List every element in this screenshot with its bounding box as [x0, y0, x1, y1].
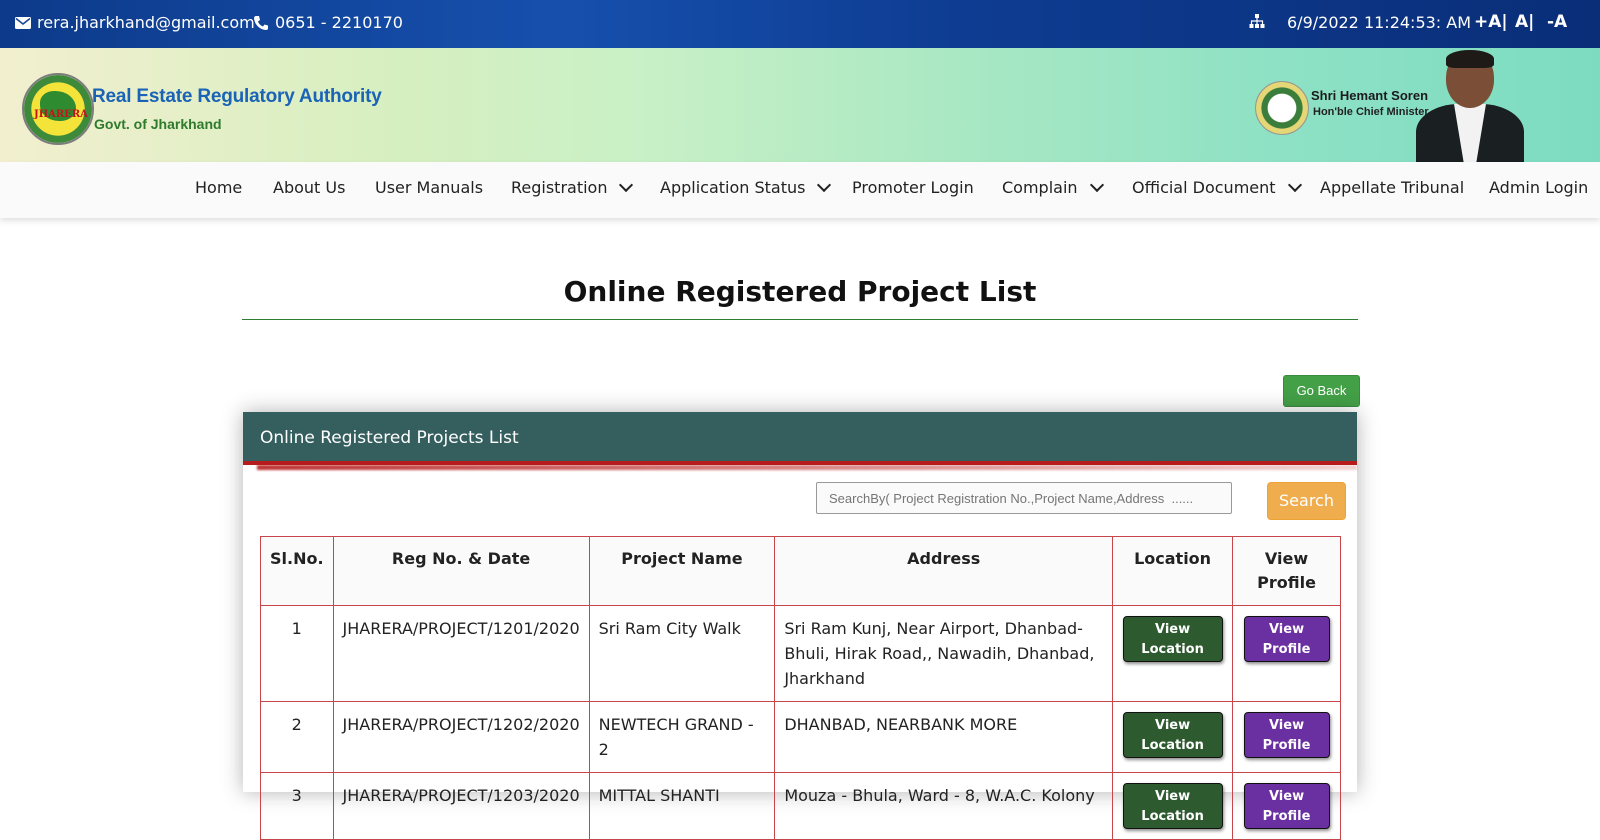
- org-subtitle: Govt. of Jharkhand: [94, 116, 222, 132]
- search-input[interactable]: [816, 482, 1232, 514]
- font-decrease-button[interactable]: -A: [1547, 12, 1567, 32]
- nav-user-manuals[interactable]: User Manuals: [375, 178, 483, 197]
- nav-appellate-label: Appellate Tribunal: [1320, 178, 1465, 197]
- nav-admin-login-label: Admin Login: [1489, 178, 1589, 197]
- nav-home-label: Home: [195, 178, 243, 197]
- cell-project-name: Sri Ram City Walk: [588, 605, 776, 702]
- email-text: rera.jharkhand@gmail.com: [37, 13, 255, 32]
- jharera-logo[interactable]: JHARERA: [22, 73, 94, 145]
- view-profile-button[interactable]: View Profile: [1243, 712, 1330, 758]
- font-increase-button[interactable]: +A|: [1474, 12, 1508, 32]
- chief-minister-portrait: [1410, 48, 1530, 162]
- cell-slno: 3: [260, 772, 334, 840]
- state-emblem: [1255, 81, 1309, 135]
- chevron-down-icon: [817, 177, 832, 193]
- email-contact[interactable]: rera.jharkhand@gmail.com: [15, 13, 255, 32]
- phone-text: 0651 - 2210170: [275, 13, 403, 32]
- nav-complain[interactable]: Complain: [1002, 177, 1104, 197]
- col-header-slno: Sl.No.: [260, 536, 334, 606]
- page-title: Online Registered Project List: [563, 275, 1037, 308]
- nav-application-status[interactable]: Application Status: [660, 177, 832, 197]
- title-divider: [242, 319, 1358, 320]
- nav-manuals-label: User Manuals: [375, 178, 484, 197]
- cell-slno: 2: [260, 701, 334, 773]
- nav-admin-login[interactable]: Admin Login: [1489, 178, 1588, 197]
- chevron-down-icon: [1089, 177, 1104, 193]
- phone-contact[interactable]: 0651 - 2210170: [253, 13, 403, 32]
- nav-about-us[interactable]: About Us: [273, 178, 345, 197]
- card-header: Online Registered Projects List: [243, 412, 1357, 470]
- nav-registration[interactable]: Registration: [511, 177, 634, 197]
- org-name: Real Estate Regulatory Authority: [92, 86, 382, 107]
- view-profile-button[interactable]: View Profile: [1243, 783, 1330, 829]
- phone-icon: [253, 15, 269, 31]
- cell-location: View Location: [1112, 772, 1234, 840]
- cell-reg: JHARERA/PROJECT/1201/2020: [332, 605, 590, 702]
- nav-application-status-label: Application Status: [660, 178, 806, 197]
- card-title: Online Registered Projects List: [260, 428, 519, 448]
- current-datetime: 6/9/2022 11:24:53: AM: [1287, 13, 1472, 32]
- logo-text: JHARERA: [34, 109, 88, 120]
- view-location-button[interactable]: View Location: [1122, 783, 1223, 829]
- nav-about-label: About Us: [273, 178, 346, 197]
- cell-project-name: NEWTECH GRAND - 2: [588, 701, 776, 773]
- cell-reg: JHARERA/PROJECT/1202/2020: [332, 701, 590, 773]
- nav-home[interactable]: Home: [195, 178, 242, 197]
- view-profile-button[interactable]: View Profile: [1243, 616, 1330, 662]
- col-header-view-profile: View Profile: [1232, 536, 1341, 606]
- cell-address: Mouza - Bhula, Ward - 8, W.A.C. Kolony: [774, 772, 1114, 840]
- envelope-icon: [15, 15, 31, 31]
- table-row: 1 JHARERA/PROJECT/1201/2020 Sri Ram City…: [260, 605, 1341, 702]
- go-back-button[interactable]: Go Back: [1283, 375, 1360, 407]
- col-header-location: Location: [1112, 536, 1234, 606]
- cell-profile: View Profile: [1232, 605, 1341, 702]
- top-contact-bar: rera.jharkhand@gmail.com 0651 - 2210170 …: [0, 0, 1600, 48]
- nav-promoter-login[interactable]: Promoter Login: [852, 178, 974, 197]
- cell-location: View Location: [1112, 605, 1234, 702]
- chevron-down-icon: [1287, 177, 1302, 193]
- cell-address: Sri Ram Kunj, Near Airport, Dhanbad-Bhul…: [774, 605, 1114, 702]
- cell-profile: View Profile: [1232, 772, 1341, 840]
- table-header-row: Sl.No. Reg No. & Date Project Name Addre…: [260, 536, 1341, 606]
- projects-card: Online Registered Projects List Search S…: [243, 412, 1357, 840]
- view-location-button[interactable]: View Location: [1122, 712, 1223, 758]
- search-button[interactable]: Search: [1267, 482, 1346, 520]
- nav-complain-label: Complain: [1002, 178, 1078, 197]
- cell-profile: View Profile: [1232, 701, 1341, 773]
- projects-table: Sl.No. Reg No. & Date Project Name Addre…: [260, 536, 1341, 840]
- chevron-down-icon: [619, 177, 634, 193]
- cell-location: View Location: [1112, 701, 1234, 773]
- view-location-button[interactable]: View Location: [1122, 616, 1223, 662]
- col-header-reg: Reg No. & Date: [332, 536, 590, 606]
- nav-promoter-login-label: Promoter Login: [852, 178, 974, 197]
- nav-registration-label: Registration: [511, 178, 608, 197]
- sitemap-link[interactable]: [1249, 13, 1265, 29]
- table-row: 2 JHARERA/PROJECT/1202/2020 NEWTECH GRAN…: [260, 701, 1341, 773]
- nav-appellate-tribunal[interactable]: Appellate Tribunal: [1320, 178, 1464, 197]
- cell-reg: JHARERA/PROJECT/1203/2020: [332, 772, 590, 840]
- cell-slno: 1: [260, 605, 334, 702]
- cell-address: DHANBAD, NEARBANK MORE: [774, 701, 1114, 773]
- sitemap-icon: [1249, 13, 1265, 29]
- table-row: 3 JHARERA/PROJECT/1203/2020 MITTAL SHANT…: [260, 772, 1341, 840]
- header-banner: JHARERA Real Estate Regulatory Authority…: [0, 48, 1600, 162]
- col-header-address: Address: [774, 536, 1114, 606]
- main-navigation: Home About Us User Manuals Registration …: [0, 162, 1600, 218]
- nav-official-document-label: Official Document: [1132, 178, 1276, 197]
- nav-official-document[interactable]: Official Document: [1132, 177, 1302, 197]
- header-accent-shadow: [257, 465, 1357, 470]
- cell-project-name: MITTAL SHANTI: [588, 772, 776, 840]
- col-header-project-name: Project Name: [588, 536, 776, 606]
- font-normal-button[interactable]: A|: [1515, 12, 1534, 32]
